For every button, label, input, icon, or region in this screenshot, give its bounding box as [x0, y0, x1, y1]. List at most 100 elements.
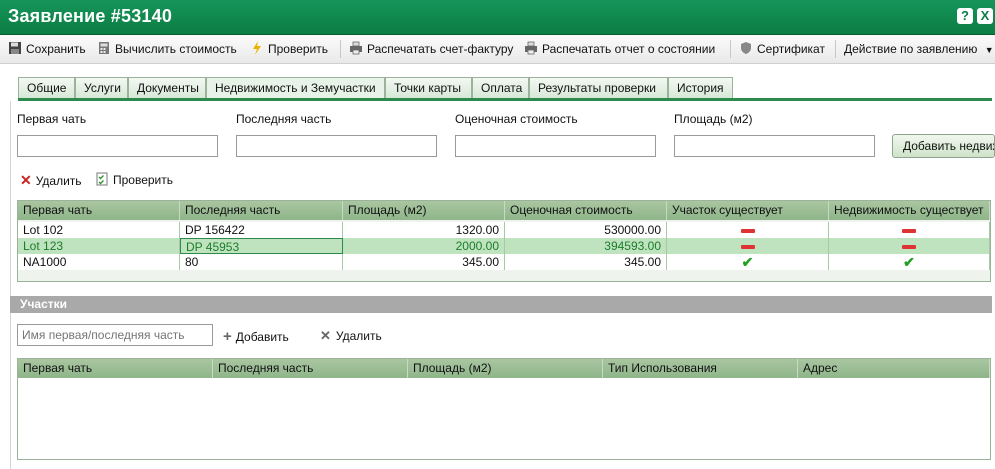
cell-last-part: DP 156422 [180, 222, 343, 238]
tab-documents[interactable]: Документы [128, 77, 206, 98]
toolbar-separator [730, 40, 731, 58]
help-button[interactable]: ? [957, 8, 973, 24]
cell-last-part: 80 [180, 254, 343, 270]
floppy-disk-icon [9, 42, 21, 54]
lightning-icon [253, 41, 261, 55]
print-status-label: Распечатать отчет о состоянии [542, 42, 716, 56]
save-label: Сохранить [26, 42, 86, 56]
calc-cost-button[interactable]: Вычислить стоимость [97, 41, 237, 57]
add-parcel-button[interactable]: + Добавить [223, 328, 289, 345]
column-header[interactable]: Недвижимость существует [829, 201, 990, 220]
check-property-label: Проверить [113, 173, 174, 187]
check-label: Проверить [268, 42, 329, 56]
table-row[interactable]: Lot 102 DP 156422 1320.00 530000.00 [18, 222, 990, 238]
close-icon: ✕ [20, 172, 32, 188]
cell-last-part: DP 45953 [180, 238, 343, 254]
column-header[interactable]: Площадь (м2) [343, 201, 505, 220]
calc-cost-label: Вычислить стоимость [115, 42, 237, 56]
tab-property-land[interactable]: Недвижимость и Земучастки [206, 77, 385, 99]
toolbar-separator [835, 40, 836, 58]
minus-icon [740, 228, 755, 233]
add-property-button[interactable]: Добавить недвижимость [892, 134, 995, 158]
tab-general[interactable]: Общие [18, 77, 75, 98]
delete-property-button[interactable]: ✕ Удалить [20, 172, 82, 189]
first-part-input[interactable] [17, 135, 218, 157]
area-label: Площадь (м2) [674, 112, 753, 126]
cell-estimated-value: 394593.00 [505, 238, 667, 254]
last-part-label: Последняя часть [236, 112, 332, 126]
toolbar-separator [340, 40, 341, 58]
checkmark-icon: ✔ [903, 254, 915, 270]
close-icon: ✕ [320, 328, 331, 343]
cell-area: 1320.00 [343, 222, 505, 238]
add-parcel-label: Добавить [235, 330, 289, 344]
save-button[interactable]: Сохранить [8, 41, 86, 57]
actions-label: Действие по заявлению [844, 42, 978, 56]
minus-icon [902, 244, 916, 249]
table-row[interactable]: NA1000 80 345.00 345.00 ✔ ✔ [18, 254, 990, 270]
toolbar: Сохранить Вычислить стоимость Проверить … [0, 35, 995, 64]
first-part-label: Первая чать [17, 112, 87, 126]
cell-estimated-value: 530000.00 [505, 222, 667, 238]
printer-icon [350, 41, 362, 55]
column-header[interactable]: Последняя часть [213, 359, 408, 378]
cell-parcel-exists: ✔ [667, 254, 829, 270]
cell-estimated-value: 345.00 [505, 254, 667, 270]
cell-first-part: Lot 123 [18, 238, 180, 254]
table-row-selected[interactable]: Lot 123 DP 45953 2000.00 394593.00 [18, 238, 990, 254]
estimated-value-label: Оценочная стоимость [455, 112, 578, 126]
property-table: Первая чать Последняя часть Площадь (м2)… [17, 200, 991, 282]
last-part-input[interactable] [236, 135, 437, 157]
area-input[interactable] [674, 135, 875, 157]
cell-area: 2000.00 [343, 238, 505, 254]
column-header[interactable]: Тип Использования [603, 359, 798, 378]
minus-icon [740, 244, 755, 249]
print-invoice-button[interactable]: Распечатать счет-фактуру [349, 41, 513, 57]
chevron-down-icon: ▼ [984, 45, 994, 55]
estimated-value-input[interactable] [455, 135, 656, 157]
parcels-section-title: Участки [20, 297, 68, 311]
column-header[interactable]: Площадь (м2) [408, 359, 603, 378]
cell-parcel-exists [667, 222, 829, 238]
parcels-section-header: Участки [10, 296, 992, 313]
certificate-button[interactable]: Сертификат [739, 41, 825, 57]
tab-payment[interactable]: Оплата [472, 77, 529, 98]
cell-area: 345.00 [343, 254, 505, 270]
parcels-table-header: Первая чать Последняя часть Площадь (м2)… [18, 359, 990, 378]
delete-parcel-button[interactable]: ✕ Удалить [320, 328, 382, 344]
cell-property-exists [829, 238, 990, 254]
check-property-button[interactable]: Проверить [96, 172, 173, 187]
cell-property-exists [829, 222, 990, 238]
checklist-icon [96, 172, 108, 186]
parcels-table: Первая чать Последняя часть Площадь (м2)… [17, 358, 991, 460]
printer-icon [525, 41, 537, 55]
property-table-header: Первая чать Последняя часть Площадь (м2)… [18, 201, 990, 220]
cell-first-part: Lot 102 [18, 222, 180, 238]
column-header[interactable]: Первая чать [18, 201, 180, 220]
column-header[interactable]: Адрес [798, 359, 990, 378]
column-header[interactable]: Оценочная стоимость [505, 201, 667, 220]
checkmark-icon: ✔ [741, 254, 754, 270]
cell-property-exists: ✔ [829, 254, 990, 270]
delete-property-label: Удалить [35, 174, 82, 188]
tab-services[interactable]: Услуги [75, 77, 128, 98]
check-button[interactable]: Проверить [250, 41, 328, 57]
column-header[interactable]: Участок существует [667, 201, 829, 220]
tab-map-points[interactable]: Точки карты [385, 77, 472, 98]
actions-dropdown[interactable]: Действие по заявлению ▼ [844, 41, 994, 57]
cell-parcel-exists [667, 238, 829, 254]
title-bar: Заявление #53140 ? X [0, 0, 995, 35]
tab-check-results[interactable]: Результаты проверки [529, 77, 668, 98]
delete-parcel-label: Удалить [335, 329, 382, 343]
print-status-button[interactable]: Распечатать отчет о состоянии [524, 41, 715, 57]
parcel-search-input[interactable] [17, 324, 213, 346]
tab-history[interactable]: История [668, 77, 733, 98]
close-button[interactable]: X [977, 8, 993, 24]
column-header[interactable]: Последняя часть [180, 201, 343, 220]
cell-first-part: NA1000 [18, 254, 180, 270]
shield-icon [741, 42, 751, 54]
window-title: Заявление #53140 [8, 6, 173, 26]
plus-icon: + [223, 328, 232, 345]
certificate-label: Сертификат [757, 42, 825, 56]
column-header[interactable]: Первая чать [18, 359, 213, 378]
